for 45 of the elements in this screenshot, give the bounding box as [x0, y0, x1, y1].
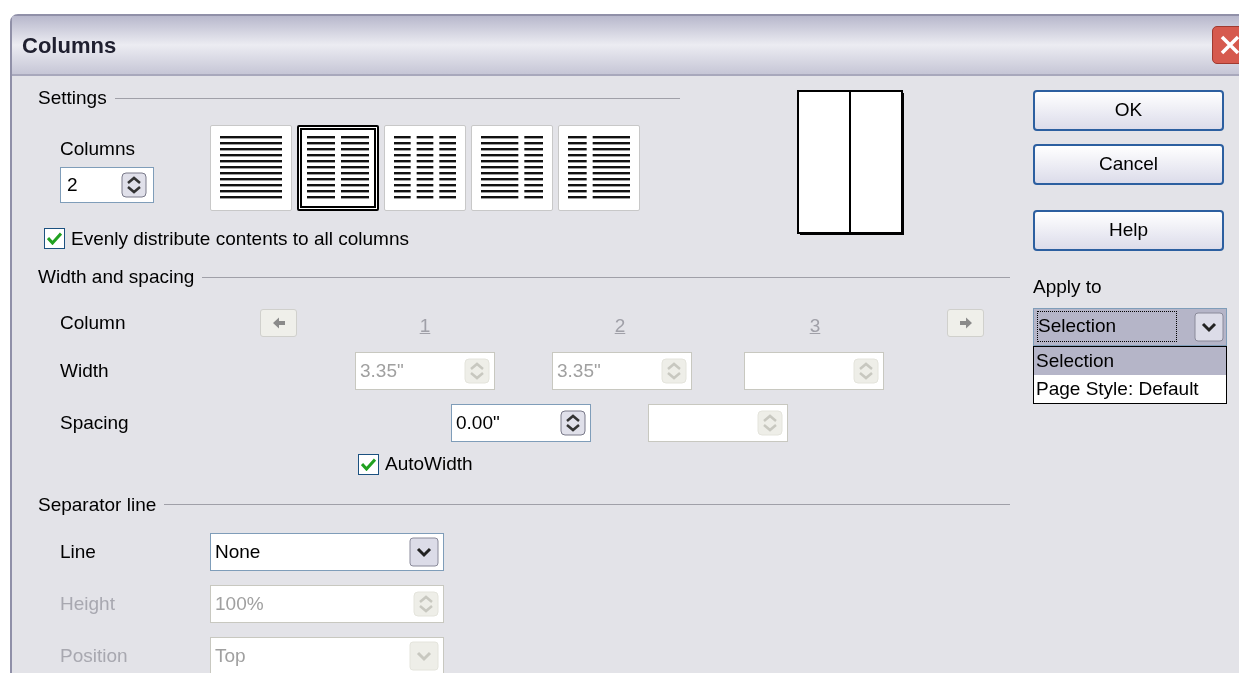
checkbox[interactable]	[358, 453, 379, 475]
column-layout-icon	[307, 134, 369, 201]
spin-arrows-icon[interactable]	[121, 172, 147, 198]
spin-field[interactable]: 2	[60, 167, 154, 203]
column-number: 3	[808, 313, 822, 338]
window-title: Columns	[22, 31, 117, 60]
field-label: Column	[60, 310, 127, 335]
checkbox-label[interactable]: Evenly distribute contents to all columns	[71, 224, 409, 253]
layout-option[interactable]	[297, 124, 379, 211]
close-button[interactable]	[1212, 26, 1239, 64]
field-label: Height	[60, 591, 116, 616]
arrow-right-icon	[958, 316, 973, 329]
field-label: Apply to	[1033, 275, 1103, 299]
caret-icon[interactable]	[409, 537, 439, 567]
field-label: Spacing	[60, 410, 130, 435]
field-label: Line	[60, 539, 97, 564]
check-icon	[361, 457, 376, 471]
dialog-button[interactable]: Help	[1033, 210, 1224, 251]
section-heading: Separator line	[38, 492, 157, 517]
dialog-button[interactable]: OK	[1033, 90, 1224, 131]
column-number: 2	[613, 313, 627, 338]
field-label: Position	[60, 643, 129, 668]
spin-field[interactable]: 0.00"	[451, 404, 591, 442]
dialog-button[interactable]: Cancel	[1033, 144, 1224, 185]
section-heading: Settings	[38, 86, 107, 110]
section-heading: Width and spacing	[38, 265, 195, 289]
field-label: Columns	[60, 136, 136, 161]
column-layout-icon	[568, 134, 630, 201]
checkbox-label[interactable]: AutoWidth	[385, 450, 473, 479]
check-icon	[47, 232, 62, 246]
arrow-button[interactable]	[947, 308, 984, 337]
column-layout-icon	[394, 134, 456, 201]
column-number: 1	[418, 313, 432, 338]
dropdown-field[interactable]: None	[210, 533, 444, 571]
close-icon	[1219, 34, 1239, 56]
field-label: Width	[60, 358, 110, 383]
checkbox[interactable]	[44, 228, 65, 250]
arrow-button[interactable]	[260, 308, 297, 337]
caret-icon[interactable]	[1194, 311, 1224, 342]
dropdown-field[interactable]: Selection	[1033, 307, 1227, 346]
dropdown-option[interactable]: Selection	[1034, 346, 1226, 375]
column-layout-icon	[220, 134, 282, 201]
column-layout-icon	[481, 134, 543, 201]
arrow-left-icon	[271, 316, 286, 329]
spin-arrows-icon[interactable]	[560, 410, 586, 436]
